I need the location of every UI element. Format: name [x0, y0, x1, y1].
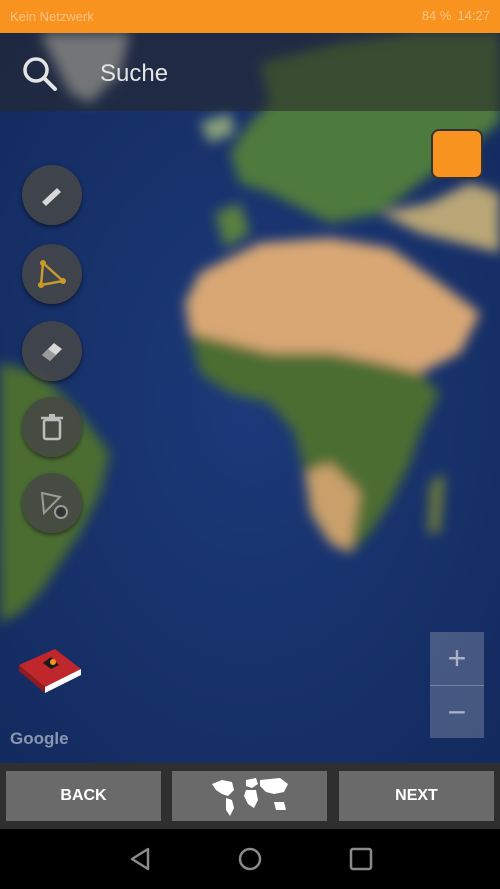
android-nav-bar: [0, 829, 500, 889]
draw-polygon-button[interactable]: [22, 244, 82, 304]
zoom-in-button[interactable]: +: [430, 632, 484, 686]
next-button[interactable]: NEXT: [339, 771, 494, 821]
google-attribution: Google: [10, 729, 69, 748]
eraser-icon: [42, 343, 62, 361]
clock: 14:27: [457, 8, 490, 23]
home-circle-icon[interactable]: [237, 846, 263, 872]
trash-icon: [41, 414, 63, 441]
delete-button[interactable]: [22, 397, 82, 457]
status-icons: 84 % 14:27: [422, 8, 490, 23]
search-icon[interactable]: [20, 55, 60, 95]
settings-button[interactable]: [22, 473, 82, 533]
world-map-icon: [211, 778, 288, 816]
back-triangle-icon[interactable]: [128, 846, 154, 872]
pencil-icon: [42, 188, 61, 206]
zoom-controls: + −: [430, 632, 484, 738]
eraser-button[interactable]: [22, 321, 82, 381]
polygon-icon: [38, 260, 66, 288]
back-button[interactable]: BACK: [6, 771, 161, 821]
status-bar: Kein Netzwerk 84 % 14:27: [0, 0, 500, 33]
book-icon[interactable]: [15, 643, 85, 695]
battery-level: 84 %: [421, 8, 452, 23]
world-map-button[interactable]: [172, 771, 327, 821]
search-input[interactable]: Suche: [100, 60, 168, 88]
bottom-action-bar: BACK NEXT: [0, 763, 500, 829]
search-bar[interactable]: Suche: [0, 33, 500, 111]
carrier-label: Kein Netzwerk: [10, 9, 94, 24]
layer-color-button[interactable]: [431, 129, 483, 179]
draw-line-button[interactable]: [22, 165, 82, 225]
zoom-out-button[interactable]: −: [430, 686, 484, 739]
recents-square-icon[interactable]: [348, 846, 374, 872]
settings-icon: [40, 491, 68, 519]
